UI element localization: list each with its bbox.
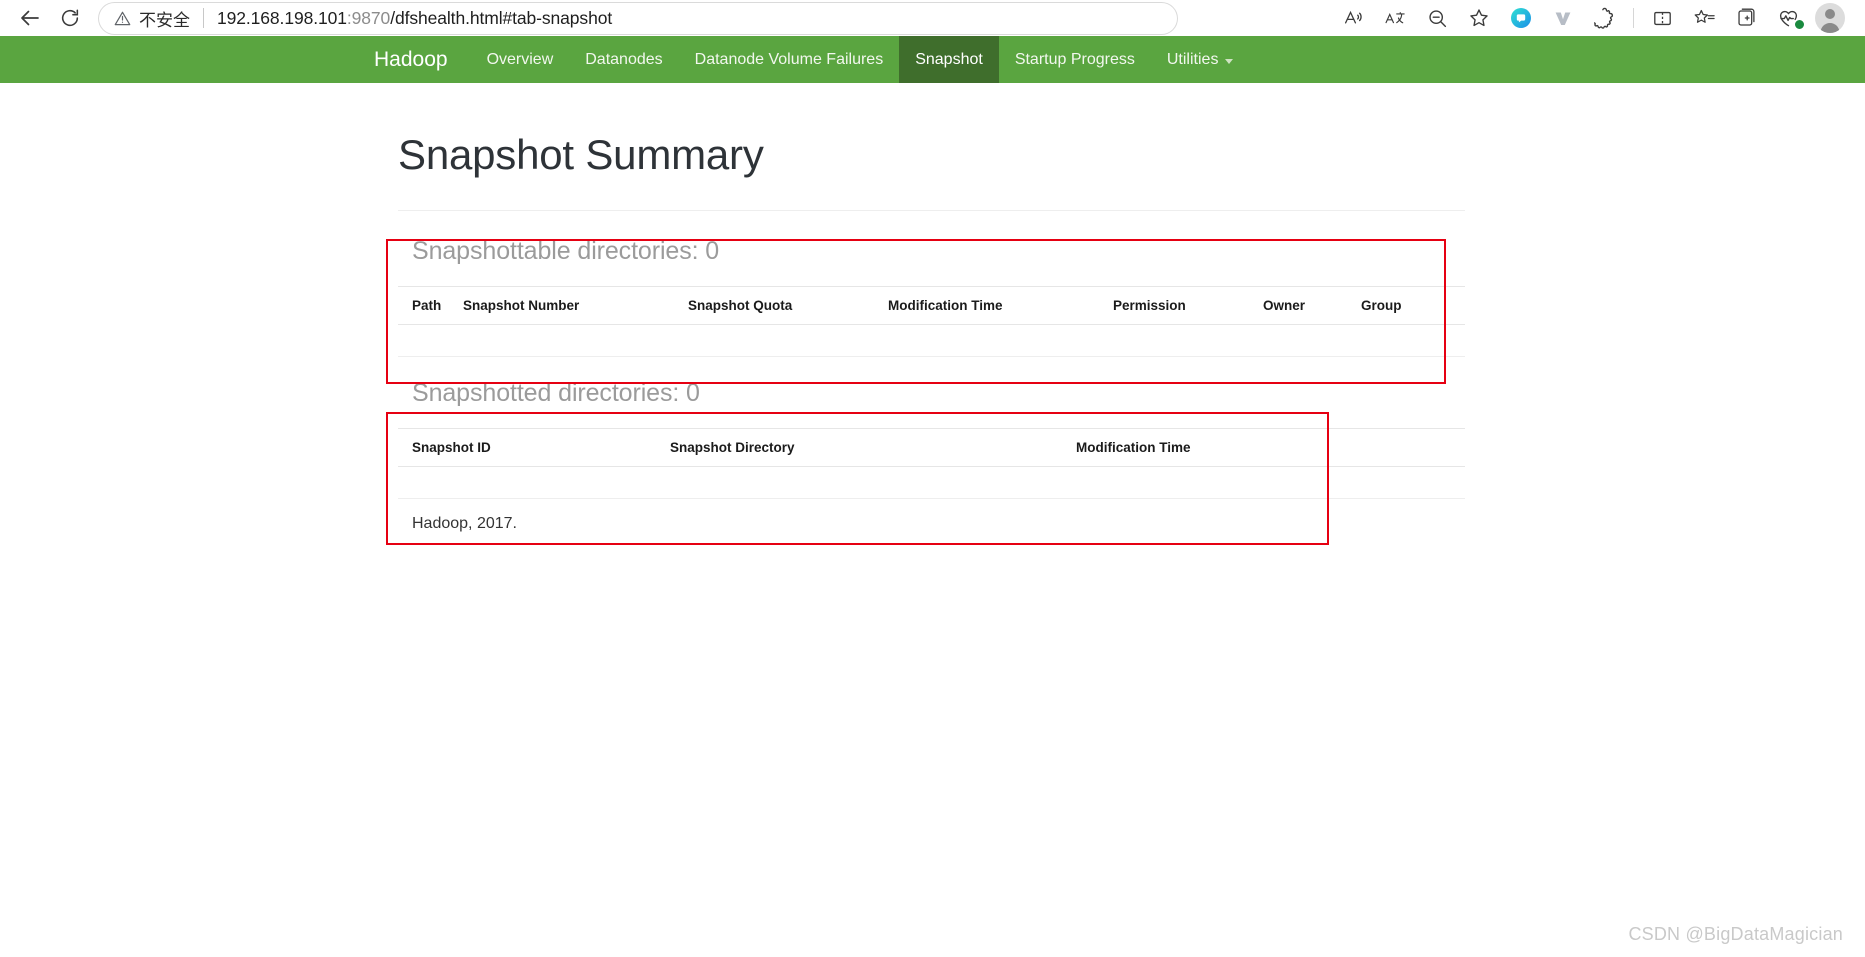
column-snapshot-number[interactable]: Snapshot Number <box>463 286 688 325</box>
nav-item-datanode-volume-failures[interactable]: Datanode Volume Failures <box>679 36 900 83</box>
nav-item-startup-progress[interactable]: Startup Progress <box>999 36 1151 83</box>
page-body: Snapshot Summary Snapshottable directori… <box>0 83 1865 533</box>
column-group[interactable]: Group <box>1361 286 1465 325</box>
url-path: /dfshealth.html#tab-snapshot <box>390 7 613 28</box>
column-permission[interactable]: Permission <box>1113 286 1263 325</box>
nav-item-snapshot[interactable]: Snapshot <box>899 36 999 83</box>
column-path[interactable]: Path <box>398 286 463 325</box>
table-row-empty <box>398 324 1465 357</box>
snapshotted-table-body <box>398 466 1465 499</box>
table-header-row: Path Snapshot Number Snapshot Quota Modi… <box>398 286 1465 325</box>
profile-avatar-icon[interactable] <box>1815 3 1845 33</box>
watermark: CSDN @BigDataMagician <box>1628 924 1843 944</box>
chevron-down-icon <box>1225 59 1234 64</box>
nav-item-overview[interactable]: Overview <box>471 36 570 83</box>
column-modification-time[interactable]: Modification Time <box>1076 428 1465 467</box>
read-aloud-icon[interactable] <box>1332 2 1374 34</box>
security-status-label: 不安全 <box>139 10 190 31</box>
column-owner[interactable]: Owner <box>1263 286 1361 325</box>
snapshotted-table: Snapshot ID Snapshot Directory Modificat… <box>398 428 1465 499</box>
page-footer: Hadoop, 2017. <box>412 515 517 532</box>
status-ok-badge <box>1794 19 1805 30</box>
snapshotted-heading: Snapshotted directories: 0 <box>412 379 700 407</box>
favorite-star-icon[interactable] <box>1458 2 1500 34</box>
not-secure-warning-icon <box>112 8 132 28</box>
content-container: Snapshot Summary Snapshottable directori… <box>398 83 1465 533</box>
column-snapshot-directory[interactable]: Snapshot Directory <box>670 428 1076 467</box>
hadoop-navbar: Hadoop Overview Datanodes Datanode Volum… <box>0 36 1865 83</box>
toolbar-divider <box>1633 8 1634 28</box>
browser-toolbar: 不安全 192.168.198.101:9870/dfshealth.html#… <box>0 0 1865 36</box>
column-snapshot-quota[interactable]: Snapshot Quota <box>688 286 888 325</box>
nav-item-datanodes[interactable]: Datanodes <box>569 36 678 83</box>
hadoop-brand[interactable]: Hadoop <box>374 36 465 83</box>
split-screen-icon[interactable] <box>1641 2 1683 34</box>
extension-quark-icon[interactable] <box>1500 2 1542 34</box>
reload-button[interactable] <box>50 2 90 34</box>
browser-toolbar-right <box>1332 0 1855 36</box>
snapshottable-heading: Snapshottable directories: 0 <box>412 237 720 265</box>
translate-icon[interactable] <box>1374 2 1416 34</box>
snapshottable-table: Path Snapshot Number Snapshot Quota Modi… <box>398 286 1465 357</box>
column-snapshot-id[interactable]: Snapshot ID <box>398 428 670 467</box>
browser-essentials-icon[interactable] <box>1767 2 1809 34</box>
zoom-out-icon[interactable] <box>1416 2 1458 34</box>
table-header-row: Snapshot ID Snapshot Directory Modificat… <box>398 428 1465 467</box>
snapshottable-table-body <box>398 324 1465 357</box>
url-text: 192.168.198.101:9870/dfshealth.html#tab-… <box>217 8 612 29</box>
table-row-empty <box>398 466 1465 499</box>
snapshottable-table-header: Path Snapshot Number Snapshot Quota Modi… <box>398 286 1465 325</box>
page-title: Snapshot Summary <box>398 131 764 178</box>
nav-item-utilities[interactable]: Utilities <box>1151 36 1250 83</box>
column-modification-time[interactable]: Modification Time <box>888 286 1113 325</box>
url-host: 192.168.198.101 <box>217 7 347 28</box>
favorites-list-icon[interactable] <box>1683 2 1725 34</box>
extension-v-icon[interactable] <box>1542 2 1584 34</box>
omnibox-divider <box>203 8 204 28</box>
address-bar[interactable]: 不安全 192.168.198.101:9870/dfshealth.html#… <box>98 1 1178 35</box>
url-port: :9870 <box>346 7 391 28</box>
collections-icon[interactable] <box>1725 2 1767 34</box>
back-button[interactable] <box>10 2 50 34</box>
snapshotted-table-header: Snapshot ID Snapshot Directory Modificat… <box>398 428 1465 467</box>
extension-puzzle-icon[interactable] <box>1584 2 1626 34</box>
nav-item-utilities-label: Utilities <box>1166 50 1219 68</box>
